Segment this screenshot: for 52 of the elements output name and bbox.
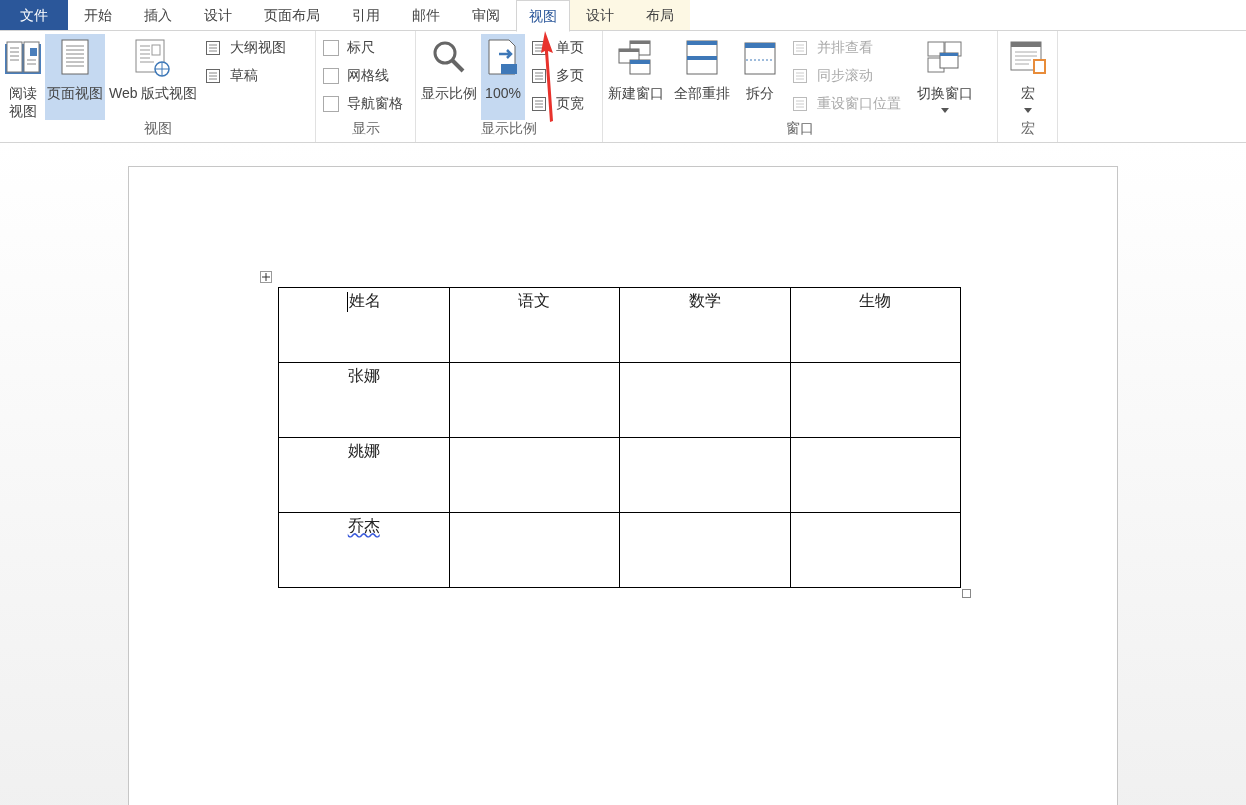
checkbox[interactable] <box>323 68 339 84</box>
ribbon-tab[interactable]: 视图 <box>516 0 570 32</box>
group-label: 宏 <box>1019 120 1036 138</box>
ribbon-button[interactable]: 拆分 <box>738 34 782 120</box>
checkbox-option[interactable]: 网格线 <box>323 65 403 87</box>
table-cell: 张娜 <box>278 362 449 438</box>
ribbon-tab[interactable]: 页面布局 <box>248 0 336 30</box>
ribbon-button[interactable]: 100% <box>481 34 525 120</box>
page-icon <box>792 68 808 84</box>
table-cell: 数学 <box>619 287 790 363</box>
table-cell: 生物 <box>790 287 961 363</box>
page-icon <box>792 96 808 112</box>
dropdown-button[interactable]: 宏 <box>1001 34 1054 120</box>
ribbon-tab[interactable]: 开始 <box>68 0 128 30</box>
caret-icon <box>941 108 949 113</box>
ribbon-button[interactable]: 显示比例 <box>419 34 479 120</box>
group-label: 视图 <box>142 120 173 138</box>
checkbox-option[interactable]: 标尺 <box>323 37 403 59</box>
table-resize-handle[interactable] <box>962 589 971 598</box>
ribbon-button[interactable]: Web 版式视图 <box>107 34 200 120</box>
ribbon-button[interactable]: 草稿 <box>205 65 287 87</box>
table-cell: 姓名 <box>278 287 449 363</box>
ribbon-button[interactable]: 阅读视图 <box>3 34 43 120</box>
ribbon-button[interactable]: 大纲视图 <box>205 37 287 59</box>
table-cell: 姚娜 <box>278 437 449 513</box>
group-label: 显示比例 <box>480 120 538 138</box>
page-icon <box>205 40 222 56</box>
page-icon <box>205 68 222 84</box>
ribbon-tab[interactable]: 审阅 <box>456 0 516 30</box>
ribbon-tab[interactable]: 引用 <box>336 0 396 30</box>
ribbon-tab[interactable]: 插入 <box>128 0 188 30</box>
ribbon-tab[interactable]: 文件 <box>0 0 68 30</box>
group-label: 窗口 <box>785 120 815 138</box>
ribbon-tab[interactable]: 设计 <box>570 0 630 30</box>
ribbon-tab[interactable]: 布局 <box>630 0 690 30</box>
ribbon-button[interactable]: 页面视图 <box>45 34 105 120</box>
page-icon <box>531 68 547 84</box>
dropdown-button[interactable]: 切换窗口 <box>911 34 979 120</box>
table-cell: 语文 <box>449 287 620 363</box>
ribbon-button[interactable]: 新建窗口 <box>606 34 666 120</box>
page-icon <box>792 40 808 56</box>
ribbon-tab[interactable]: 邮件 <box>396 0 456 30</box>
checkbox[interactable] <box>323 40 339 56</box>
ribbon-tab[interactable]: 设计 <box>188 0 248 30</box>
table-cell: 乔杰 <box>278 512 449 588</box>
ribbon-button[interactable]: 全部重排 <box>672 34 732 120</box>
table-move-handle-icon[interactable] <box>260 271 272 283</box>
group-label: 显示 <box>350 120 381 138</box>
checkbox[interactable] <box>323 96 339 112</box>
page-icon <box>531 96 547 112</box>
checkbox-option[interactable]: 导航窗格 <box>323 93 403 115</box>
caret-icon <box>1023 108 1032 113</box>
